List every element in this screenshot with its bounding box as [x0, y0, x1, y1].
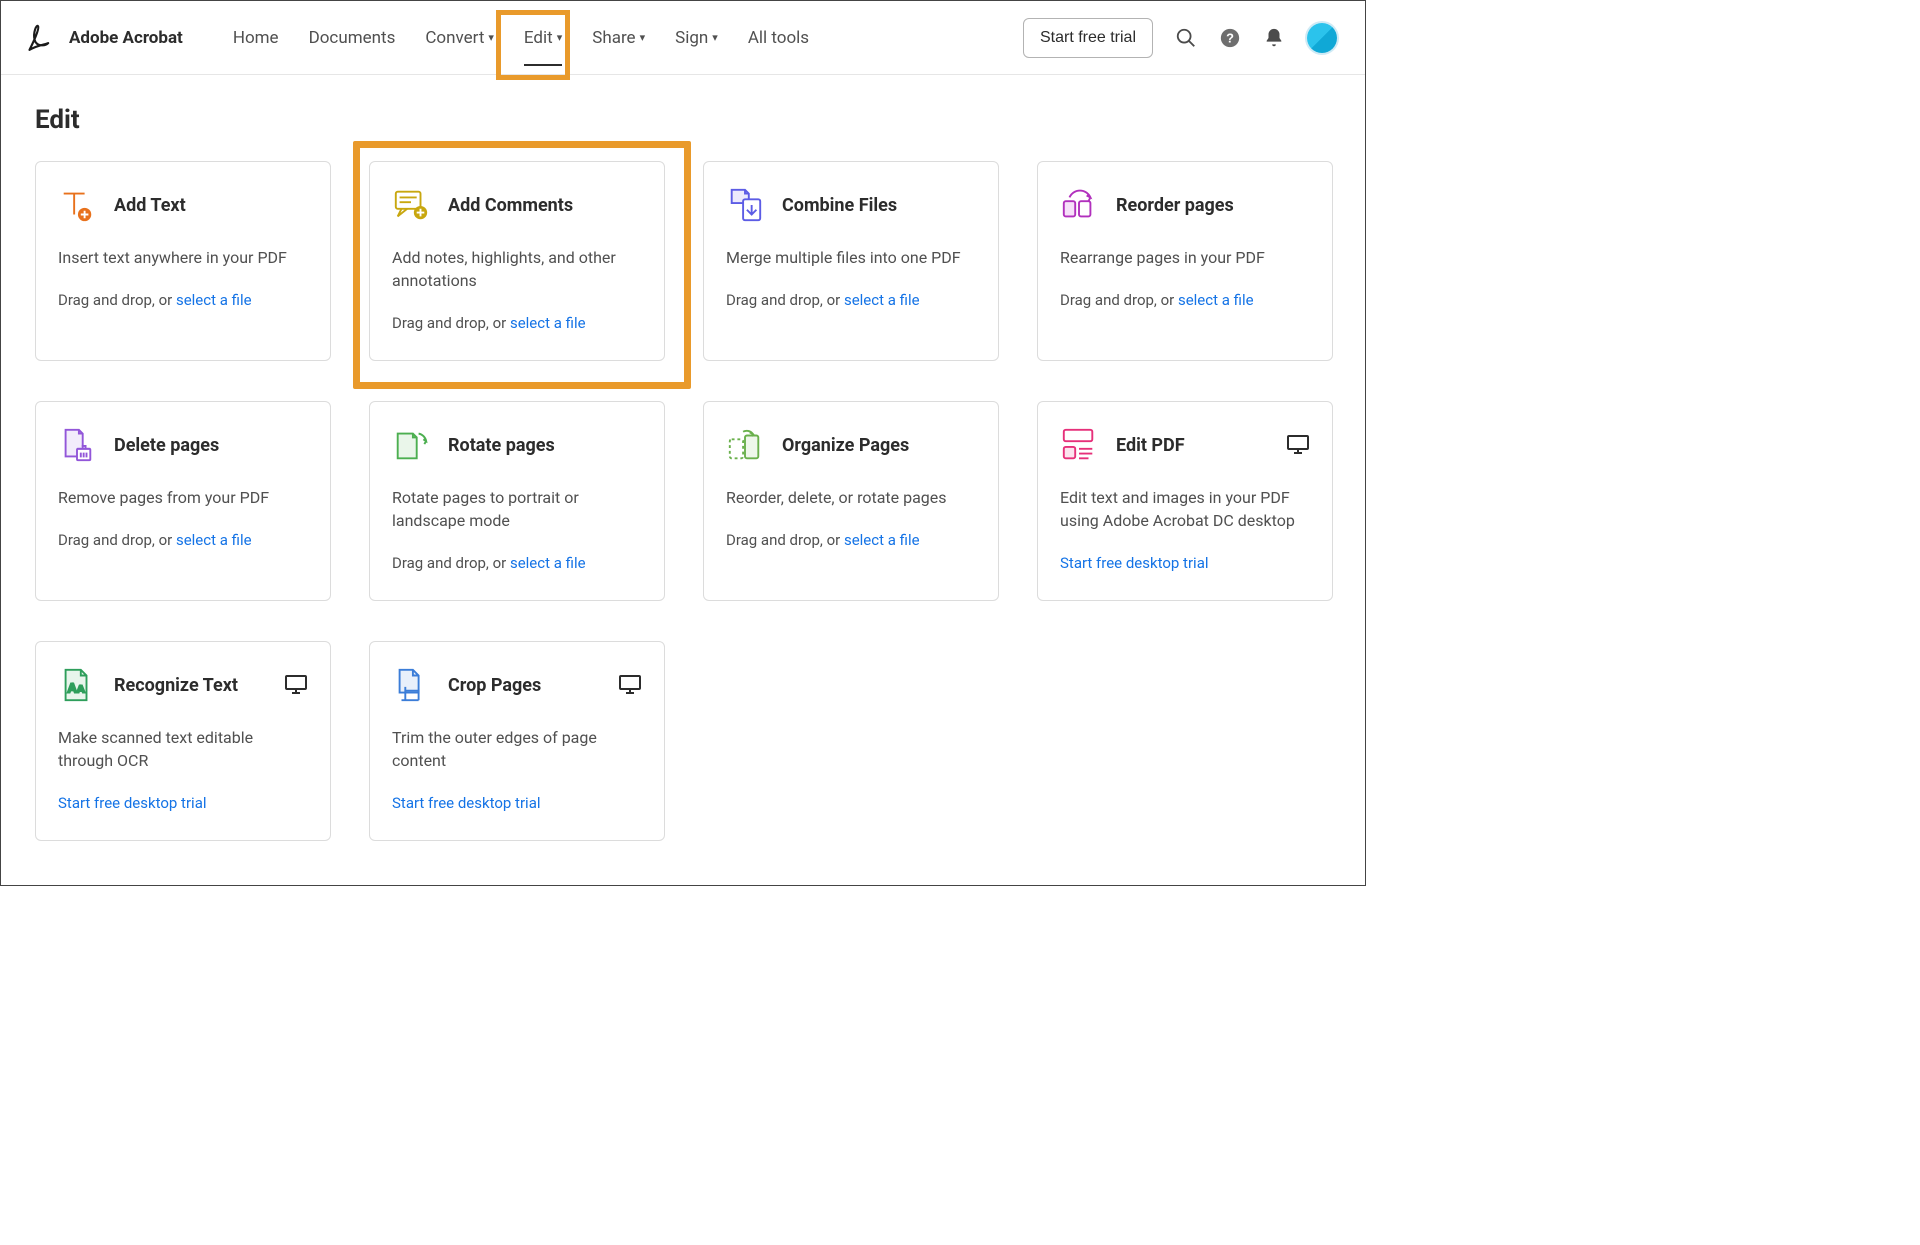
select-file-link[interactable]: select a file — [510, 554, 586, 572]
card-desc: Reorder, delete, or rotate pages — [726, 486, 976, 509]
acrobat-logo-icon — [21, 21, 55, 55]
start-desktop-trial-link[interactable]: Start free desktop trial — [58, 794, 308, 812]
crop-pages-icon — [392, 666, 430, 704]
card-foot: Drag and drop, or select a file — [1060, 291, 1310, 309]
card-title: Delete pages — [114, 435, 219, 456]
select-file-link[interactable]: select a file — [1178, 291, 1254, 309]
card-title: Crop Pages — [448, 675, 541, 696]
combine-files-icon — [726, 186, 764, 224]
svg-text:Aᴀ: Aᴀ — [67, 681, 85, 696]
card-foot: Drag and drop, or select a file — [58, 291, 308, 309]
card-desc: Make scanned text editable through OCR — [58, 726, 308, 772]
help-icon[interactable]: ? — [1219, 27, 1241, 49]
start-free-trial-button[interactable]: Start free trial — [1023, 18, 1153, 58]
desktop-icon — [1286, 432, 1310, 456]
card-foot: Drag and drop, or select a file — [392, 314, 642, 332]
nav-all-tools[interactable]: All tools — [748, 4, 809, 72]
chevron-down-icon: ▾ — [712, 31, 718, 44]
search-icon[interactable] — [1175, 27, 1197, 49]
card-recognize-text[interactable]: Aᴀ Recognize Text Make scanned text edit… — [35, 641, 331, 841]
recognize-text-icon: Aᴀ — [58, 666, 96, 704]
card-organize-pages[interactable]: Organize Pages Reorder, delete, or rotat… — [703, 401, 999, 601]
header-actions: Start free trial ? — [1023, 18, 1337, 58]
chevron-down-icon: ▾ — [640, 31, 646, 44]
card-rotate-pages[interactable]: Rotate pages Rotate pages to portrait or… — [369, 401, 665, 601]
card-foot: Drag and drop, or select a file — [58, 531, 308, 549]
rotate-pages-icon — [392, 426, 430, 464]
card-title: Add Text — [114, 195, 186, 216]
card-desc: Trim the outer edges of page content — [392, 726, 642, 772]
app-header: Adobe Acrobat Home Documents Convert▾ Ed… — [1, 1, 1365, 75]
chevron-down-icon: ▾ — [557, 31, 563, 44]
top-nav: Home Documents Convert▾ Edit▾ Share▾ Sig… — [233, 4, 809, 72]
card-title: Rotate pages — [448, 435, 555, 456]
nav-home[interactable]: Home — [233, 4, 279, 72]
delete-pages-icon — [58, 426, 96, 464]
card-desc: Merge multiple files into one PDF — [726, 246, 976, 269]
select-file-link[interactable]: select a file — [510, 314, 586, 332]
desktop-icon — [284, 672, 308, 696]
select-file-link[interactable]: select a file — [844, 531, 920, 549]
nav-share[interactable]: Share▾ — [592, 4, 645, 72]
logo-group: Adobe Acrobat — [21, 21, 183, 55]
tool-cards-grid: Add Text Insert text anywhere in your PD… — [35, 161, 1331, 841]
card-title: Recognize Text — [114, 675, 238, 696]
card-add-comments[interactable]: Add Comments Add notes, highlights, and … — [369, 161, 665, 361]
start-desktop-trial-link[interactable]: Start free desktop trial — [392, 794, 642, 812]
notifications-icon[interactable] — [1263, 27, 1285, 49]
nav-edit[interactable]: Edit▾ — [524, 4, 562, 72]
start-desktop-trial-link[interactable]: Start free desktop trial — [1060, 554, 1310, 572]
card-reorder-pages[interactable]: Reorder pages Rearrange pages in your PD… — [1037, 161, 1333, 361]
card-title: Edit PDF — [1116, 435, 1185, 456]
card-title: Add Comments — [448, 195, 573, 216]
chevron-down-icon: ▾ — [488, 31, 494, 44]
nav-convert[interactable]: Convert▾ — [425, 4, 494, 72]
organize-pages-icon — [726, 426, 764, 464]
main-content: Edit Add Text Insert text anywhere in yo… — [1, 75, 1365, 871]
card-desc: Edit text and images in your PDF using A… — [1060, 486, 1310, 532]
edit-pdf-icon — [1060, 426, 1098, 464]
select-file-link[interactable]: select a file — [176, 291, 252, 309]
card-delete-pages[interactable]: Delete pages Remove pages from your PDF … — [35, 401, 331, 601]
avatar[interactable] — [1307, 23, 1337, 53]
card-crop-pages[interactable]: Crop Pages Trim the outer edges of page … — [369, 641, 665, 841]
card-add-text[interactable]: Add Text Insert text anywhere in your PD… — [35, 161, 331, 361]
select-file-link[interactable]: select a file — [176, 531, 252, 549]
card-edit-pdf[interactable]: Edit PDF Edit text and images in your PD… — [1037, 401, 1333, 601]
reorder-pages-icon — [1060, 186, 1098, 224]
card-desc: Rearrange pages in your PDF — [1060, 246, 1310, 269]
desktop-icon — [618, 672, 642, 696]
card-title: Organize Pages — [782, 435, 909, 456]
select-file-link[interactable]: select a file — [844, 291, 920, 309]
card-foot: Drag and drop, or select a file — [726, 291, 976, 309]
page-title: Edit — [35, 105, 1331, 135]
card-desc: Remove pages from your PDF — [58, 486, 308, 509]
card-desc: Rotate pages to portrait or landscape mo… — [392, 486, 642, 532]
card-desc: Insert text anywhere in your PDF — [58, 246, 308, 269]
nav-documents[interactable]: Documents — [309, 4, 396, 72]
card-title: Reorder pages — [1116, 195, 1234, 216]
card-foot: Drag and drop, or select a file — [726, 531, 976, 549]
card-foot: Drag and drop, or select a file — [392, 554, 642, 572]
card-title: Combine Files — [782, 195, 897, 216]
add-text-icon — [58, 186, 96, 224]
app-name: Adobe Acrobat — [69, 28, 183, 48]
card-combine-files[interactable]: Combine Files Merge multiple files into … — [703, 161, 999, 361]
card-desc: Add notes, highlights, and other annotat… — [392, 246, 642, 292]
svg-text:?: ? — [1226, 30, 1234, 45]
add-comments-icon — [392, 186, 430, 224]
nav-sign[interactable]: Sign▾ — [675, 4, 718, 72]
